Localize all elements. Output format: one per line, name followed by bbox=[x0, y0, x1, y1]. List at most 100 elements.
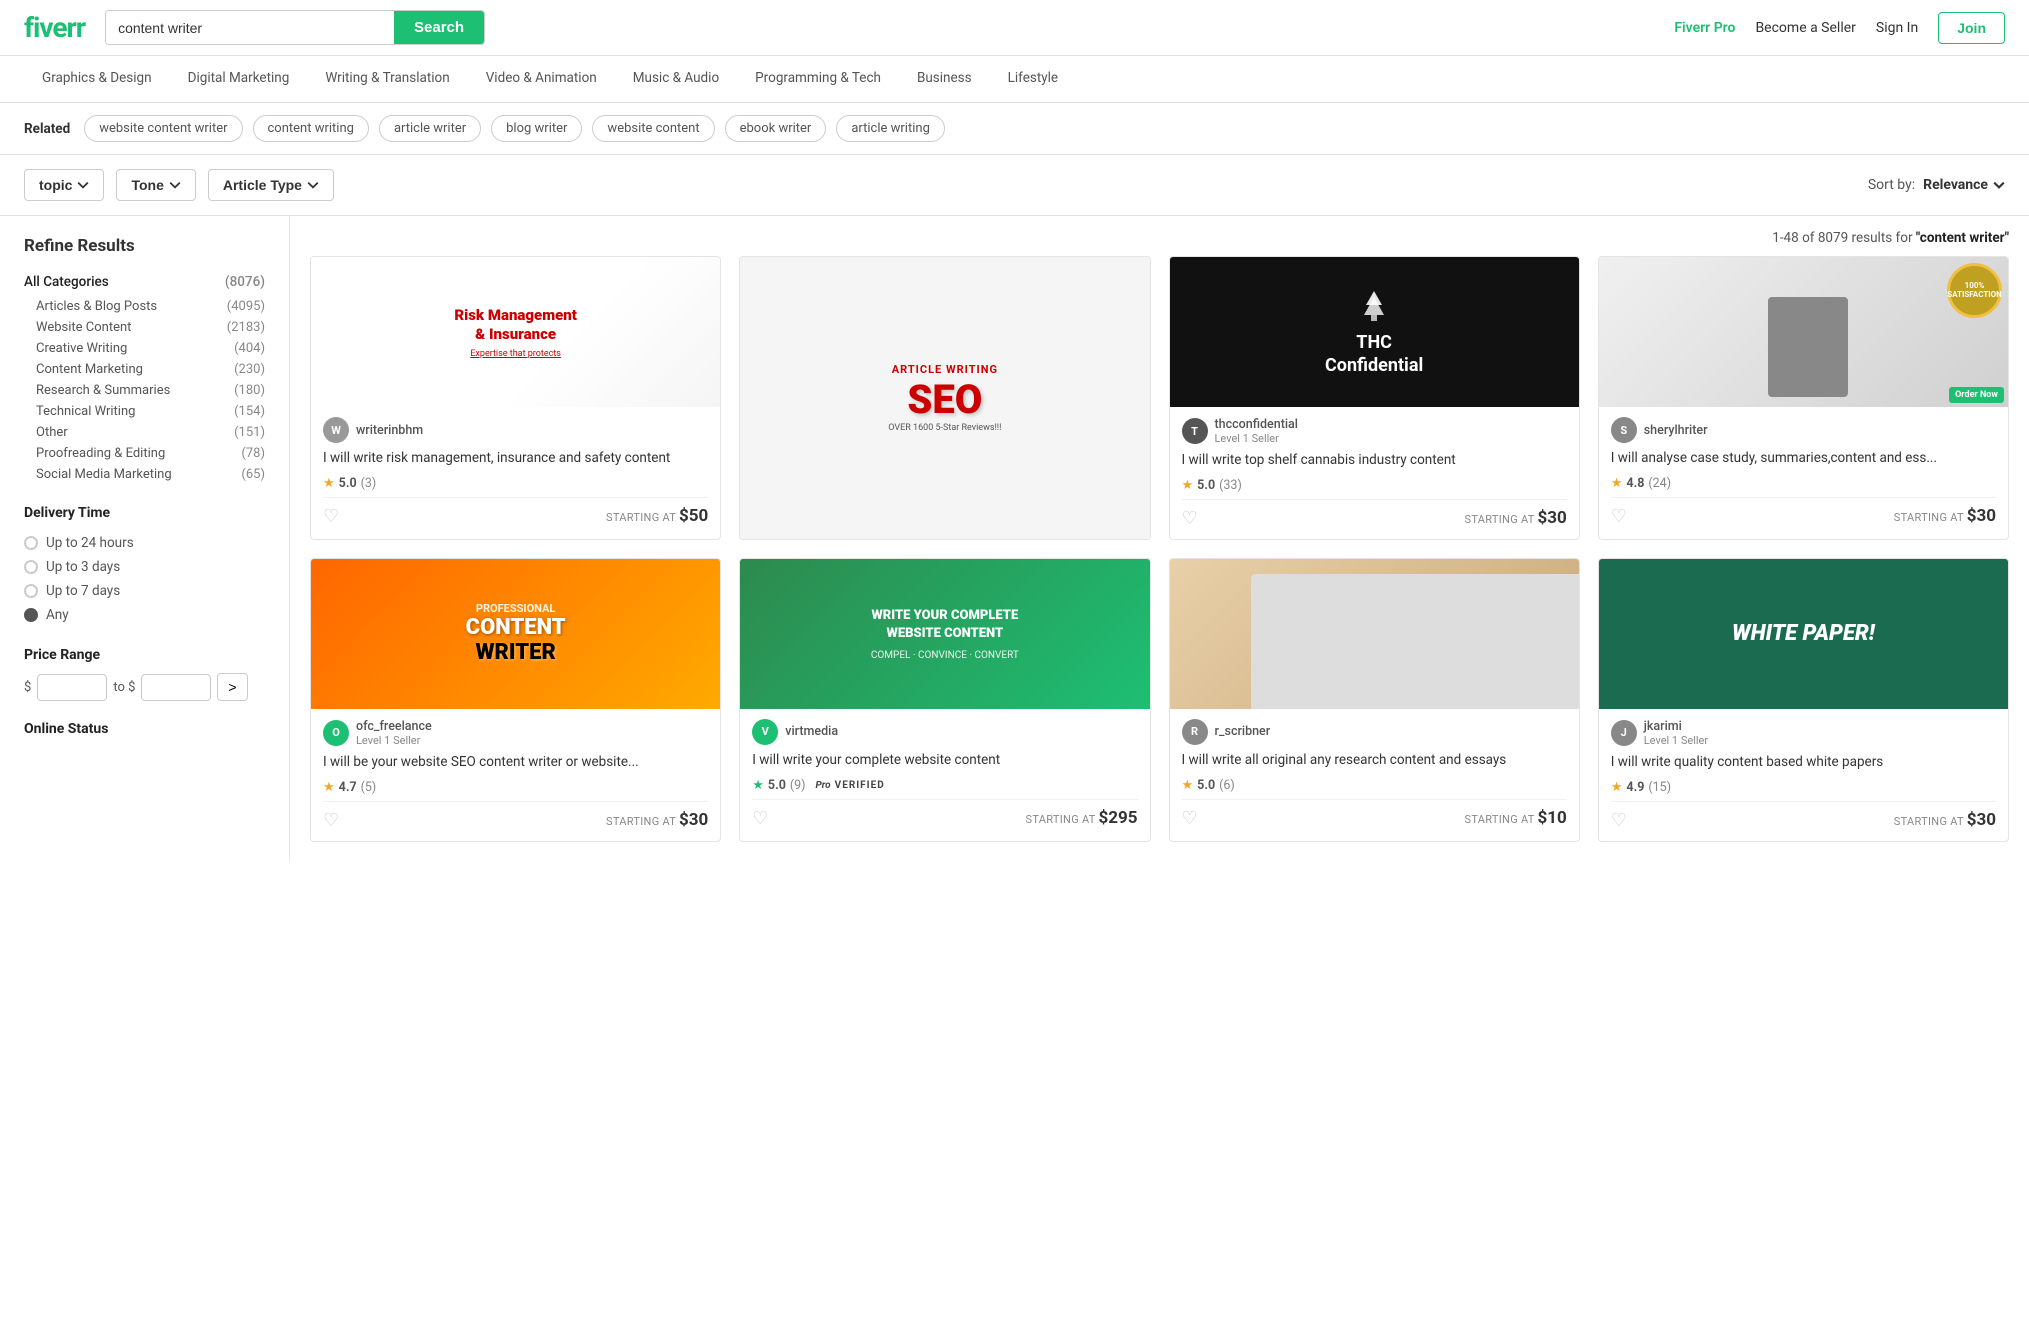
product-area: 1-48 of 8079 results for "content writer… bbox=[290, 216, 2029, 862]
topic-filter[interactable]: topic bbox=[24, 169, 104, 201]
nav-digital-marketing[interactable]: Digital Marketing bbox=[170, 56, 308, 102]
sub-other[interactable]: Other(151) bbox=[36, 422, 265, 443]
sort-section: Sort by: Relevance bbox=[1868, 177, 2005, 193]
price-min-input[interactable] bbox=[37, 674, 107, 701]
card-4-seller-name: sherylhriter bbox=[1644, 423, 1708, 438]
nav-music[interactable]: Music & Audio bbox=[615, 56, 737, 102]
search-button[interactable]: Search bbox=[394, 11, 484, 44]
sub-research[interactable]: Research & Summaries(180) bbox=[36, 380, 265, 401]
star-icon: ★ bbox=[323, 476, 335, 491]
card-7[interactable]: R r_scribner I will write all original a… bbox=[1169, 558, 1580, 842]
tone-filter[interactable]: Tone bbox=[116, 169, 195, 201]
price-inputs: $ to $ > bbox=[24, 673, 265, 701]
all-categories-item[interactable]: All Categories (8076) bbox=[24, 270, 265, 294]
seo-text: SEO bbox=[907, 376, 982, 423]
star-icon: ★ bbox=[752, 778, 764, 793]
card-8-img-title: WHITE PAPER! bbox=[1732, 621, 1875, 646]
card-5-seller-info: O ofc_freelance Level 1 Seller bbox=[323, 719, 708, 747]
card-4-heart-icon[interactable]: ♡ bbox=[1611, 506, 1627, 527]
card-5-image: PROFESSIONAL CONTENT WRITER bbox=[311, 559, 720, 709]
tag-article-writing[interactable]: article writing bbox=[836, 115, 945, 142]
tag-blog-writer[interactable]: blog writer bbox=[491, 115, 582, 142]
card-6-price: $295 bbox=[1098, 808, 1137, 828]
card-8-price: $30 bbox=[1967, 810, 1996, 830]
card-8-seller-info: J jkarimi Level 1 Seller bbox=[1611, 719, 1996, 747]
sub-social-media[interactable]: Social Media Marketing(65) bbox=[36, 464, 265, 485]
nav-video[interactable]: Video & Animation bbox=[468, 56, 615, 102]
sub-content-marketing[interactable]: Content Marketing(230) bbox=[36, 359, 265, 380]
card-1-heart-icon[interactable]: ♡ bbox=[323, 506, 339, 527]
card-6-footer: ♡ STARTING AT $295 bbox=[752, 799, 1137, 829]
delivery-7days[interactable]: Up to 7 days bbox=[24, 579, 265, 603]
card-1-score: 5.0 bbox=[339, 476, 357, 491]
card-4[interactable]: 100%SATISFACTION Order Now S sherylhrite… bbox=[1598, 256, 2009, 540]
delivery-3days[interactable]: Up to 3 days bbox=[24, 555, 265, 579]
card-7-heart-icon[interactable]: ♡ bbox=[1182, 808, 1198, 829]
fiverr-pro-link[interactable]: Fiverr Pro bbox=[1674, 20, 1735, 36]
tag-ebook-writer[interactable]: ebook writer bbox=[725, 115, 827, 142]
price-max-input[interactable] bbox=[141, 674, 211, 701]
card-6-rating: ★ 5.0 (9) Pro VERIFIED bbox=[752, 778, 1137, 793]
card-4-footer: ♡ STARTING AT $30 bbox=[1611, 497, 1996, 527]
card-1-image: Risk Management& Insurance Expertise tha… bbox=[311, 257, 720, 407]
star-icon: ★ bbox=[1611, 476, 1623, 491]
sub-proofreading[interactable]: Proofreading & Editing(78) bbox=[36, 443, 265, 464]
search-input[interactable] bbox=[106, 11, 394, 44]
card-7-title: I will write all original any research c… bbox=[1182, 751, 1567, 770]
card-4-rating: ★ 4.8 (24) bbox=[1611, 476, 1996, 491]
card-3-heart-icon[interactable]: ♡ bbox=[1182, 508, 1198, 529]
sub-technical[interactable]: Technical Writing(154) bbox=[36, 401, 265, 422]
radio-any[interactable] bbox=[24, 608, 38, 622]
tag-content-writing[interactable]: content writing bbox=[253, 115, 369, 142]
become-seller-link[interactable]: Become a Seller bbox=[1755, 20, 1855, 36]
card-5[interactable]: PROFESSIONAL CONTENT WRITER O ofc_freela… bbox=[310, 558, 721, 842]
sub-website-content[interactable]: Website Content(2183) bbox=[36, 317, 265, 338]
nav-writing[interactable]: Writing & Translation bbox=[307, 56, 467, 102]
delivery-any[interactable]: Any bbox=[24, 603, 265, 627]
price-go-button[interactable]: > bbox=[217, 673, 247, 701]
nav-programming[interactable]: Programming & Tech bbox=[737, 56, 899, 102]
chevron-down-icon bbox=[77, 179, 89, 191]
card-6[interactable]: WRITE YOUR COMPLETEWEBSITE CONTENT COMPE… bbox=[739, 558, 1150, 842]
sub-creative[interactable]: Creative Writing(404) bbox=[36, 338, 265, 359]
card-3-image: THCConfidential bbox=[1170, 257, 1579, 407]
card-3[interactable]: THCConfidential T thcconfidential Level … bbox=[1169, 256, 1580, 540]
tag-website-content[interactable]: website content bbox=[592, 115, 714, 142]
card-4-count: (24) bbox=[1648, 476, 1671, 491]
card-5-heart-icon[interactable]: ♡ bbox=[323, 810, 339, 831]
card-8-footer: ♡ STARTING AT $30 bbox=[1611, 801, 1996, 831]
logo[interactable]: fiverr bbox=[24, 11, 85, 44]
sign-in-link[interactable]: Sign In bbox=[1876, 20, 1918, 36]
nav-lifestyle[interactable]: Lifestyle bbox=[990, 56, 1076, 102]
nav-business[interactable]: Business bbox=[899, 56, 990, 102]
card-8-heart-icon[interactable]: ♡ bbox=[1611, 810, 1627, 831]
card-1[interactable]: Risk Management& Insurance Expertise tha… bbox=[310, 256, 721, 540]
radio-7days[interactable] bbox=[24, 584, 38, 598]
card-7-body: R r_scribner I will write all original a… bbox=[1170, 709, 1579, 839]
tag-article-writer[interactable]: article writer bbox=[379, 115, 481, 142]
card-3-footer: ♡ STARTING AT $30 bbox=[1182, 499, 1567, 529]
card-7-score: 5.0 bbox=[1197, 778, 1215, 793]
nav-graphics[interactable]: Graphics & Design bbox=[24, 56, 170, 102]
card-3-count: (33) bbox=[1219, 478, 1242, 493]
card-5-count: (5) bbox=[361, 780, 377, 795]
sort-select[interactable]: Relevance bbox=[1923, 177, 2005, 193]
card-6-heart-icon[interactable]: ♡ bbox=[752, 808, 768, 829]
card-4-price: $30 bbox=[1967, 506, 1996, 526]
radio-3days[interactable] bbox=[24, 560, 38, 574]
results-count-text: 1-48 of 8079 results for bbox=[1772, 230, 1916, 246]
article-type-filter[interactable]: Article Type bbox=[208, 169, 334, 201]
card-2[interactable]: ARTICLE WRITING SEO OVER 1600 5-Star Rev… bbox=[739, 256, 1150, 540]
card-4-body: S sherylhriter I will analyse case study… bbox=[1599, 407, 2008, 537]
card-8[interactable]: WHITE PAPER! J jkarimi Level 1 Seller I … bbox=[1598, 558, 2009, 842]
card-5-seller-level: Level 1 Seller bbox=[356, 734, 432, 747]
sub-categories: Articles & Blog Posts(4095) Website Cont… bbox=[24, 296, 265, 485]
tag-website-content-writer[interactable]: website content writer bbox=[84, 115, 242, 142]
sub-articles[interactable]: Articles & Blog Posts(4095) bbox=[36, 296, 265, 317]
card-3-rating: ★ 5.0 (33) bbox=[1182, 478, 1567, 493]
card-7-price: $10 bbox=[1537, 808, 1566, 828]
radio-24h[interactable] bbox=[24, 536, 38, 550]
delivery-24h[interactable]: Up to 24 hours bbox=[24, 531, 265, 555]
card-1-title: I will write risk management, insurance … bbox=[323, 449, 708, 468]
join-button[interactable]: Join bbox=[1938, 12, 2005, 44]
